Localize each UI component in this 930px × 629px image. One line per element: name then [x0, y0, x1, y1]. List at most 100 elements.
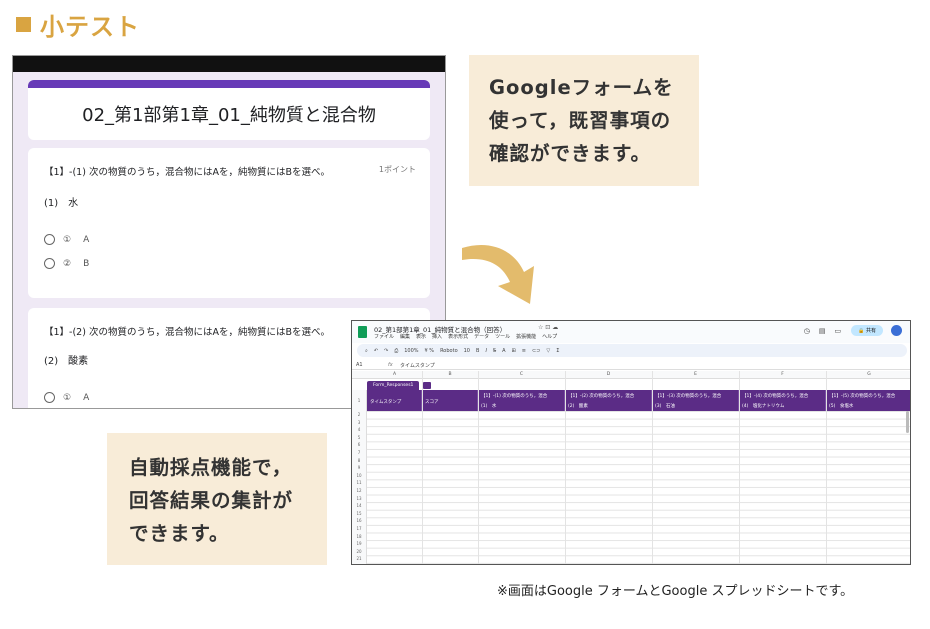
question-text: 【1】-(1) 次の物質のうち，混合物にはAを，純物質にはBを選べ。 [44, 167, 330, 178]
top-right-icons: ◷ ▤ ▭ 🔒 共有 [795, 325, 902, 336]
row-number[interactable]: 14 [352, 502, 366, 510]
filter-icon[interactable]: ▽ [546, 348, 550, 354]
row-number[interactable]: 21 [352, 555, 366, 563]
callout-form-description: Googleフォームを 使って，既習事項の 確認ができます。 [469, 55, 699, 186]
bold-icon[interactable]: B [476, 348, 479, 354]
row-number[interactable]: 16 [352, 517, 366, 525]
header-cell[interactable]: スコア [422, 390, 478, 411]
grid-divider [422, 371, 423, 564]
search-icon[interactable]: ⌕ [365, 348, 368, 354]
meet-icon[interactable]: ▭ [835, 327, 842, 335]
italic-icon[interactable]: I [485, 348, 486, 354]
option-label: B [83, 258, 90, 269]
cell-grid[interactable] [367, 411, 910, 564]
question-card-1: 【1】-(1) 次の物質のうち，混合物にはAを，純物質にはBを選べ。 1ポイント… [28, 148, 430, 298]
vertical-scrollbar[interactable] [906, 411, 909, 433]
column-header-a[interactable]: A [367, 372, 422, 377]
row-number[interactable]: 20 [352, 548, 366, 556]
share-label: 共有 [865, 328, 876, 334]
header-cell-subtext: (2) 酸素 [568, 404, 588, 409]
column-header-b[interactable]: B [422, 372, 478, 377]
functions-icon[interactable]: Σ [556, 348, 559, 354]
menu-view[interactable]: 表示 [416, 333, 426, 340]
header-cell[interactable]: 【1】-(4) 次の物質のうち，混合 (4) 塩化ナトリウム [739, 390, 826, 411]
row-number[interactable]: 4 [352, 426, 366, 434]
header-cell[interactable]: タイムスタンプ [367, 390, 422, 411]
row-numbers: 1 2 3 4 5 6 7 8 9 10 11 12 13 14 15 16 1… [352, 390, 367, 565]
menu-insert[interactable]: 挿入 [432, 333, 442, 340]
menu-bar: ファイル 編集 表示 挿入 表示形式 データ ツール 拡張機能 ヘルプ [374, 333, 563, 340]
callout-grading-description: 自動採点機能で， 回答結果の集計が できます。 [107, 433, 327, 565]
radio-button-icon[interactable] [44, 234, 55, 245]
menu-file[interactable]: ファイル [374, 333, 394, 340]
option-label: A [83, 392, 90, 403]
name-box[interactable]: A1 [356, 362, 363, 368]
option-a[interactable]: ① A [44, 392, 89, 403]
currency-icon[interactable]: ¥ % [425, 348, 435, 354]
row-number[interactable]: 12 [352, 487, 366, 495]
row-number[interactable]: 7 [352, 449, 366, 457]
row-number[interactable]: 19 [352, 540, 366, 548]
menu-edit[interactable]: 編集 [400, 333, 410, 340]
menu-extensions[interactable]: 拡張機能 [516, 333, 536, 340]
sheets-title-bar: 02_第1部第1章_01_純物質と混合物（回答） ☆ ⊡ ☁ ファイル 編集 表… [352, 321, 910, 343]
undo-icon[interactable]: ↶ [374, 348, 378, 354]
row-number[interactable]: 11 [352, 479, 366, 487]
row-number[interactable]: 9 [352, 464, 366, 472]
history-icon[interactable]: ◷ [804, 327, 810, 335]
column-header-g[interactable]: G [826, 372, 910, 377]
row-number[interactable]: 3 [352, 419, 366, 427]
grid-divider [478, 371, 479, 564]
row-number[interactable]: 13 [352, 495, 366, 503]
option-b[interactable]: ② B [44, 258, 89, 269]
row-number[interactable]: 15 [352, 510, 366, 518]
row-number[interactable]: 6 [352, 441, 366, 449]
redo-icon[interactable]: ↷ [384, 348, 388, 354]
column-header-e[interactable]: E [652, 372, 739, 377]
row-number[interactable]: 2 [352, 411, 366, 419]
header-cell[interactable]: 【1】-(2) 次の物質のうち，混合 (2) 酸素 [565, 390, 652, 411]
callout-line: できます。 [129, 522, 230, 545]
row-number[interactable]: 18 [352, 533, 366, 541]
star-icon[interactable]: ☆ ⊡ ☁ [538, 324, 558, 331]
header-cell-subtext: (5) 食塩水 [829, 404, 854, 409]
form-icon[interactable] [423, 381, 432, 389]
option-a[interactable]: ① A [44, 234, 89, 245]
menu-data[interactable]: データ [474, 333, 489, 340]
row-number[interactable]: 22 [352, 563, 366, 565]
grid-divider [739, 371, 740, 564]
row-number[interactable]: 5 [352, 434, 366, 442]
link-icon[interactable]: ⊂⊃ [532, 348, 540, 354]
zoom-select[interactable]: 100% [404, 348, 418, 354]
text-color-icon[interactable]: A [502, 348, 505, 354]
column-header-c[interactable]: C [478, 372, 565, 377]
grid-divider [652, 371, 653, 564]
row-number[interactable]: 10 [352, 472, 366, 480]
table-name-chip[interactable]: Form_Responses1 [367, 380, 420, 390]
header-cell[interactable]: 【1】-(1) 次の物質のうち，混合 (1) 水 [478, 390, 565, 411]
column-header-f[interactable]: F [739, 372, 826, 377]
strikethrough-icon[interactable]: S̶ [493, 348, 496, 354]
row-number[interactable]: 8 [352, 457, 366, 465]
menu-format[interactable]: 表示形式 [448, 333, 468, 340]
radio-button-icon[interactable] [44, 392, 55, 403]
menu-tools[interactable]: ツール [495, 333, 510, 340]
formula-input[interactable]: タイムスタンプ [400, 362, 435, 369]
header-cell[interactable]: 【1】-(3) 次の物質のうち，混合 (3) 石油 [652, 390, 739, 411]
borders-icon[interactable]: ⊞ [512, 348, 516, 354]
font-select[interactable]: Roboto [440, 348, 458, 354]
menu-help[interactable]: ヘルプ [542, 333, 557, 340]
avatar[interactable] [891, 325, 902, 336]
print-icon[interactable]: ⎙ [394, 348, 398, 354]
comment-icon[interactable]: ▤ [819, 327, 826, 335]
align-icon[interactable]: ≡ [522, 348, 526, 354]
column-header-d[interactable]: D [565, 372, 652, 377]
row-number[interactable]: 17 [352, 525, 366, 533]
share-button[interactable]: 🔒 共有 [851, 325, 883, 336]
header-cell[interactable]: 【1】-(5) 次の物質のうち，混合 (5) 食塩水 [826, 390, 910, 411]
row-number[interactable]: 1 [352, 390, 366, 411]
form-title: 02_第1部第1章_01_純物質と混合物 [82, 105, 376, 126]
option-number: ① [63, 392, 72, 403]
radio-button-icon[interactable] [44, 258, 55, 269]
font-size-input[interactable]: 10 [464, 348, 470, 354]
